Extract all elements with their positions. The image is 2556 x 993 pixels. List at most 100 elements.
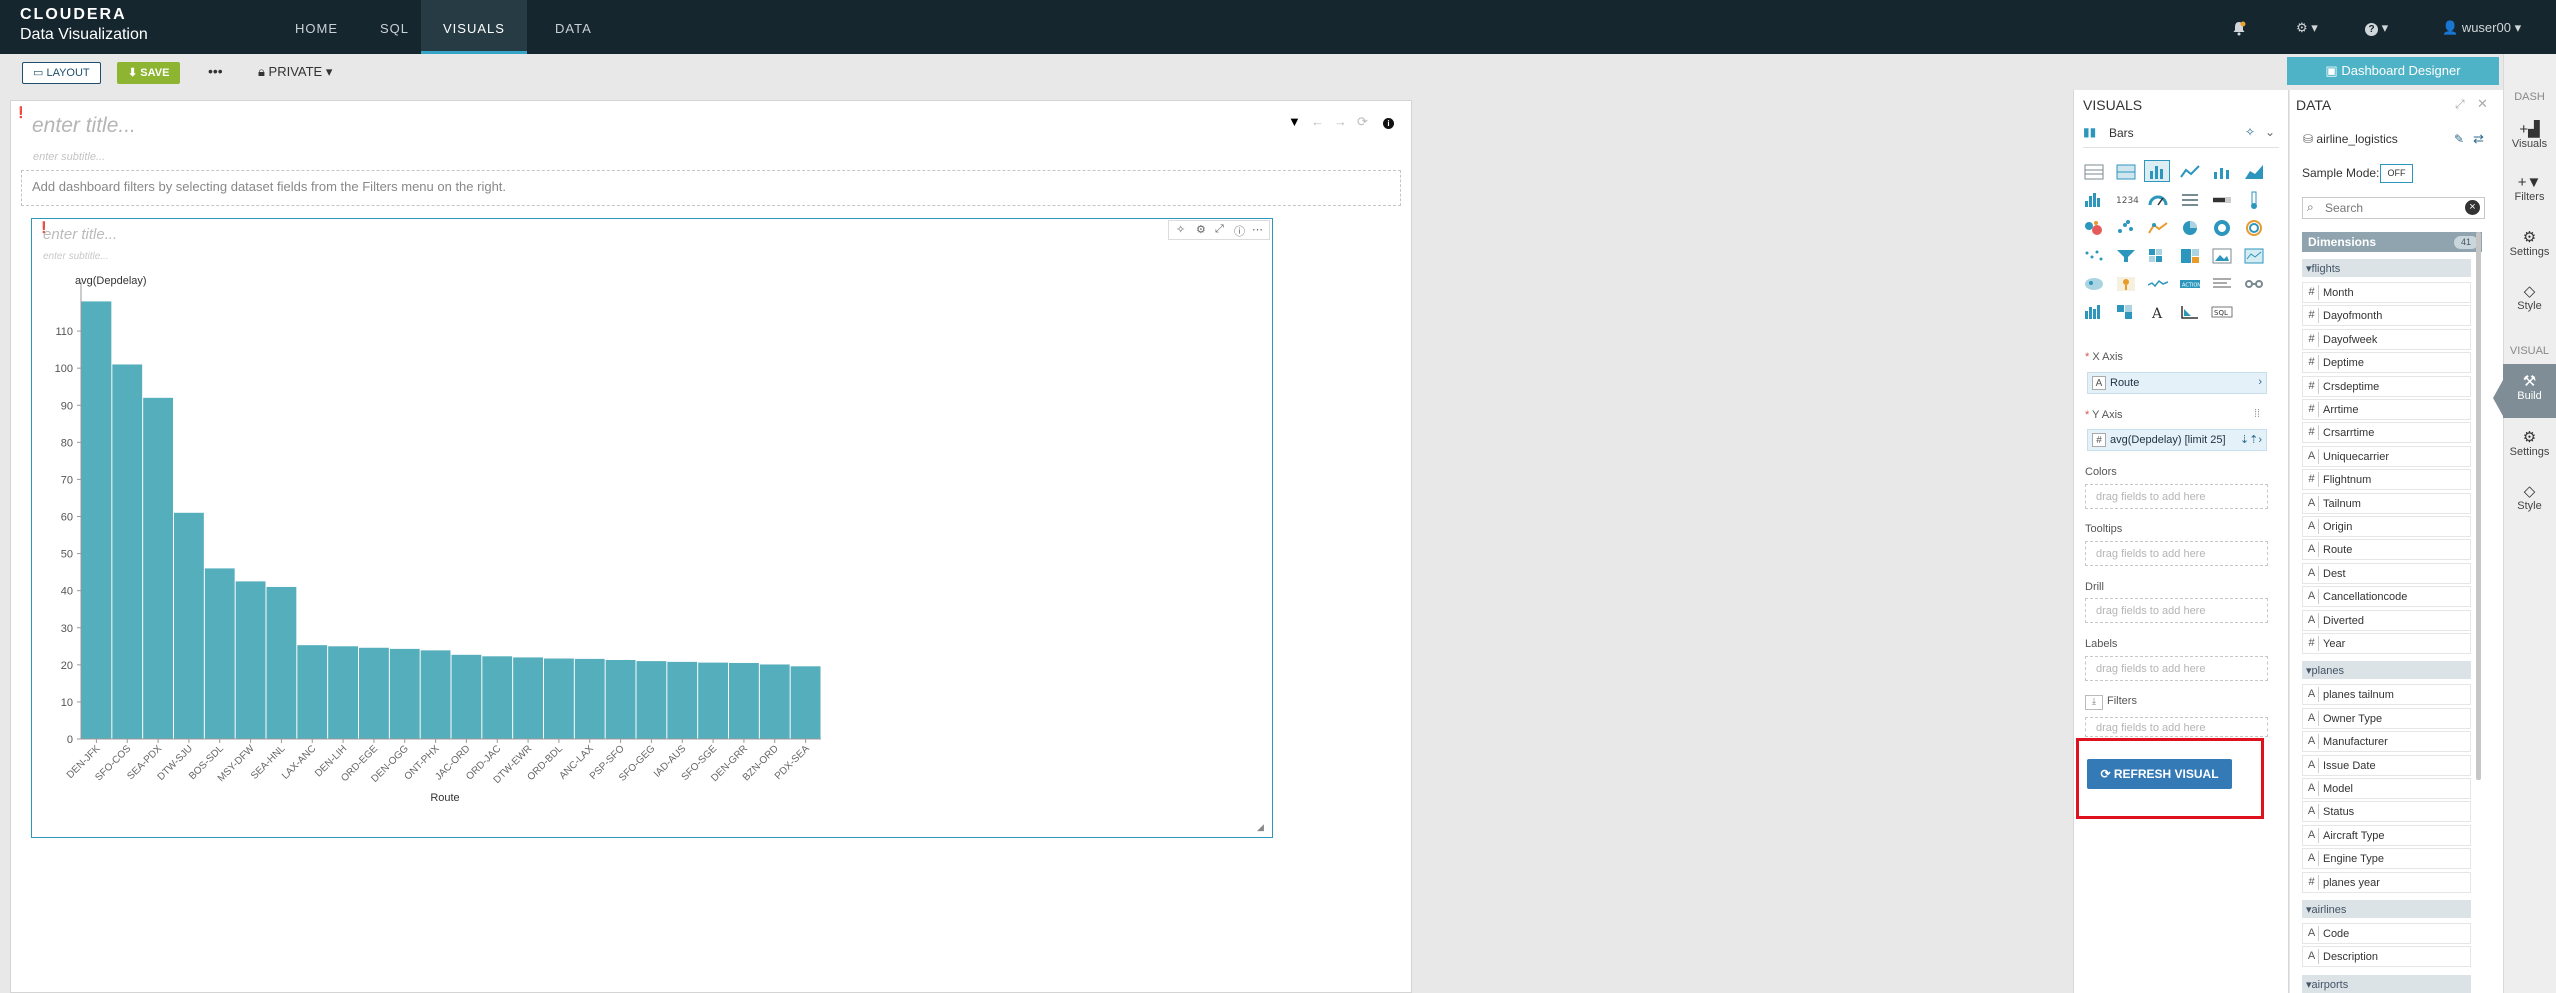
field-item[interactable]: A Issue Date (2302, 754, 2471, 776)
info-icon[interactable]: i (1383, 114, 1394, 129)
field-item[interactable]: A Status (2302, 801, 2471, 823)
field-group-airlines[interactable]: ▾airlines (2302, 900, 2471, 918)
action-icon[interactable]: ACTION (2176, 272, 2202, 294)
bar[interactable] (729, 662, 759, 739)
bar[interactable] (112, 364, 143, 739)
filters-drop-zone[interactable]: drag fields to add here (2085, 717, 2268, 737)
pie-icon[interactable] (2176, 216, 2202, 238)
brand-logo[interactable]: CLOUDERA Data Visualization (20, 7, 148, 43)
bar[interactable] (482, 656, 513, 739)
resize-handle-icon[interactable]: ◢ (1257, 822, 1264, 833)
bars-icon[interactable] (2144, 160, 2170, 182)
y-axis-field-pill[interactable]: # avg(Depdelay) [limit 25] ⇣⇡› (2087, 429, 2267, 451)
nav-tab-visuals[interactable]: VISUALS (421, 0, 527, 54)
colors-drop-zone[interactable]: drag fields to add here (2085, 484, 2268, 509)
field-item[interactable]: A Manufacturer (2302, 731, 2471, 753)
refresh-icon[interactable]: ⟳ (1357, 114, 1368, 130)
field-item[interactable]: A Tailnum (2302, 492, 2471, 514)
visual-more-icon[interactable]: ⋯ (1252, 223, 1263, 236)
funnel-icon[interactable] (2112, 244, 2138, 266)
labels-drop-zone[interactable]: drag fields to add here (2085, 656, 2268, 681)
field-item[interactable]: A Model (2302, 778, 2471, 799)
filter-icon[interactable]: ▼ (1288, 114, 1301, 129)
box-plot-icon[interactable] (2080, 300, 2106, 322)
field-search-input[interactable]: Search (2302, 197, 2485, 219)
bar[interactable] (574, 658, 605, 739)
change-dataset-icon[interactable]: ⇄ (2473, 131, 2484, 147)
rail-item-filters[interactable]: +▼ Filters (2503, 166, 2556, 220)
sparkline-icon[interactable] (2144, 272, 2170, 294)
bar[interactable] (389, 648, 420, 739)
bar[interactable] (420, 650, 451, 739)
back-icon[interactable]: ← (1311, 114, 1324, 129)
bar[interactable] (143, 397, 173, 739)
correlation-icon[interactable] (2112, 300, 2138, 322)
expand-icon[interactable]: ⤢ (1215, 223, 1224, 236)
dataset-selector[interactable]: ⛁ airline_logistics (2303, 132, 2398, 146)
nav-tab-home[interactable]: HOME (273, 0, 360, 54)
bar[interactable] (698, 662, 728, 739)
bar[interactable] (790, 666, 821, 739)
rich-text-icon[interactable] (2208, 272, 2234, 294)
visual-type-selector[interactable]: ▮▮ Bars ✧ ⌄ (2083, 122, 2279, 148)
dashboard-designer-button[interactable]: ▣ Dashboard Designer (2287, 57, 2499, 85)
field-item[interactable]: # Dayofweek (2302, 328, 2471, 350)
bar[interactable] (266, 586, 297, 739)
chevron-down-icon[interactable]: ⌄ (2265, 125, 2275, 139)
field-item[interactable]: A Route (2302, 539, 2471, 561)
list-icon[interactable] (2176, 188, 2202, 210)
text-visual-icon[interactable]: A (2144, 300, 2170, 322)
rail-item-visuals[interactable]: +▟ Visuals (2503, 112, 2556, 166)
bar[interactable] (513, 657, 543, 739)
corner-icon[interactable] (2176, 300, 2202, 322)
sql-icon[interactable]: SQL (2208, 300, 2234, 322)
field-list-scrollbar[interactable] (2476, 232, 2481, 780)
drill-drop-zone[interactable]: drag fields to add here (2085, 598, 2268, 623)
rail-item-visual-settings[interactable]: ⚙ Settings (2503, 420, 2556, 474)
field-item[interactable]: # Flightnum (2302, 469, 2471, 491)
field-group-airports[interactable]: ▾airports (2302, 974, 2471, 993)
bubbles-icon[interactable] (2080, 216, 2106, 238)
kpi-icon[interactable]: 1234 (2112, 188, 2139, 210)
bar[interactable] (235, 581, 266, 739)
field-item[interactable]: A Code (2302, 923, 2471, 944)
field-item[interactable]: # Crsdeptime (2302, 375, 2471, 397)
more-options-button[interactable]: ••• (198, 62, 233, 84)
close-panel-icon[interactable]: ✕ (2477, 96, 2488, 112)
field-item[interactable]: # Deptime (2302, 352, 2471, 374)
bar[interactable] (759, 664, 790, 739)
layout-button[interactable]: ▭ LAYOUT (22, 62, 101, 84)
chevron-right-icon[interactable]: › (2258, 376, 2262, 388)
bar[interactable] (328, 646, 358, 739)
trellis-icon[interactable] (2144, 216, 2170, 238)
combo-icon[interactable] (2208, 160, 2234, 182)
sort-icon[interactable]: ⇣⇡› (2240, 433, 2262, 446)
bar[interactable] (636, 661, 667, 739)
table-icon[interactable] (2080, 160, 2106, 182)
field-item[interactable]: A Description (2302, 946, 2471, 968)
heatmap-icon[interactable] (2144, 244, 2170, 266)
rail-item-visual-style[interactable]: ◇ Style (2503, 474, 2556, 528)
dashboard-subtitle-input[interactable]: enter subtitle... (33, 151, 105, 163)
user-menu[interactable]: 👤 wuser00 ▾ (2442, 0, 2521, 54)
notifications-icon[interactable] (2232, 0, 2246, 54)
field-item[interactable]: # Month (2302, 282, 2471, 303)
field-item[interactable]: # Arrtime (2302, 399, 2471, 420)
dot-map-icon[interactable] (2080, 244, 2106, 266)
field-item[interactable]: # Crsarrtime (2302, 422, 2471, 444)
privacy-dropdown[interactable]: 🔒︎ PRIVATE ▾ (248, 62, 342, 84)
field-item[interactable]: # Year (2302, 633, 2471, 654)
field-item[interactable]: A Origin (2302, 516, 2471, 537)
filter-add-icon[interactable]: ⤓ (2085, 695, 2103, 710)
treemap-icon[interactable] (2176, 244, 2202, 266)
bar[interactable] (174, 512, 204, 739)
bar[interactable] (204, 568, 235, 739)
expand-panel-icon[interactable]: ⤢ (2455, 97, 2465, 112)
x-axis-field-pill[interactable]: A Route › (2087, 372, 2267, 394)
dashboard-title-input[interactable]: enter title... (32, 114, 136, 138)
bar[interactable] (544, 658, 574, 739)
field-group-planes[interactable]: ▾planes (2302, 661, 2471, 680)
donut-icon[interactable] (2208, 216, 2234, 238)
bar[interactable] (667, 661, 698, 739)
dashboard-warning-icon[interactable]: ❗ (14, 106, 28, 119)
